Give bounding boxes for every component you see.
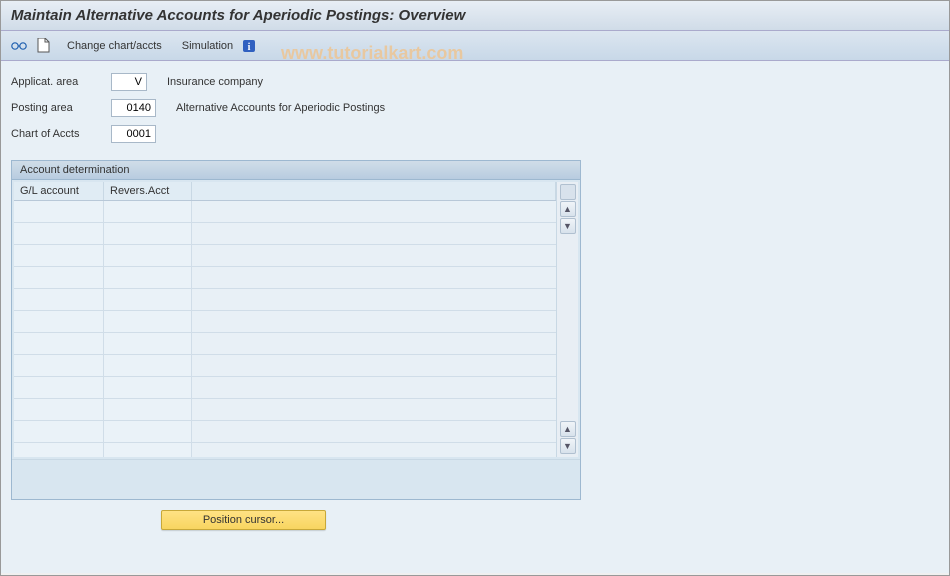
scroll-down-icon[interactable]: ▼ [560, 438, 576, 454]
form-row-posting-area: Posting area Alternative Accounts for Ap… [11, 97, 939, 119]
table-cell-revers-acct[interactable] [104, 421, 192, 442]
page-title: Maintain Alternative Accounts for Aperio… [1, 1, 949, 31]
chart-of-accts-input[interactable] [111, 125, 156, 143]
table-cell-gl-account[interactable] [14, 355, 104, 376]
table-cell-gl-account[interactable] [14, 201, 104, 222]
content-area: Applicat. area Insurance company Posting… [1, 61, 949, 573]
table-row[interactable] [14, 443, 556, 457]
table-row[interactable] [14, 399, 556, 421]
table-cell-revers-acct[interactable] [104, 333, 192, 354]
table-cell-revers-acct[interactable] [104, 443, 192, 457]
change-chart-button[interactable]: Change chart/accts [61, 37, 168, 55]
table-cell-gl-account[interactable] [14, 443, 104, 457]
applicat-area-input[interactable] [111, 73, 147, 91]
glasses-icon[interactable] [9, 36, 29, 56]
table-row[interactable] [14, 201, 556, 223]
table-row[interactable] [14, 355, 556, 377]
toolbar: Change chart/accts Simulation i [1, 31, 949, 61]
form-label: Applicat. area [11, 76, 111, 88]
table-cell-revers-acct[interactable] [104, 201, 192, 222]
table-cell-revers-acct[interactable] [104, 377, 192, 398]
table-cell-gl-account[interactable] [14, 311, 104, 332]
form-desc: Insurance company [157, 76, 263, 88]
table-cell-gl-account[interactable] [14, 333, 104, 354]
table-cell-revers-acct[interactable] [104, 399, 192, 420]
table-cell-gl-account[interactable] [14, 377, 104, 398]
table-row[interactable] [14, 311, 556, 333]
table-cell-revers-acct[interactable] [104, 355, 192, 376]
table-row[interactable] [14, 267, 556, 289]
table-cell-gl-account[interactable] [14, 421, 104, 442]
scroll-up-icon[interactable]: ▲ [560, 421, 576, 437]
table-cell-revers-acct[interactable] [104, 311, 192, 332]
simulation-button[interactable]: Simulation [176, 37, 239, 55]
table-row[interactable] [14, 333, 556, 355]
table-cell-revers-acct[interactable] [104, 223, 192, 244]
column-header-gl-account[interactable]: G/L account [14, 182, 104, 200]
form-row-chart-of-accts: Chart of Accts [11, 123, 939, 145]
table-cell-revers-acct[interactable] [104, 289, 192, 310]
table-cell-gl-account[interactable] [14, 399, 104, 420]
svg-text:i: i [248, 42, 251, 53]
column-header-revers-acct[interactable]: Revers.Acct [104, 182, 192, 200]
table-row[interactable] [14, 377, 556, 399]
form-row-applicat-area: Applicat. area Insurance company [11, 71, 939, 93]
vertical-scrollbar[interactable]: ▲ ▼ ▲ ▼ [556, 182, 578, 457]
column-header-blank [192, 182, 556, 200]
table-container: G/L account Revers.Acct ▲ ▼ ▲ ▼ [12, 180, 580, 459]
panel-header: Account determination [12, 161, 580, 180]
scroll-down-icon[interactable]: ▼ [560, 218, 576, 234]
form-label: Chart of Accts [11, 128, 111, 140]
form-desc: Alternative Accounts for Aperiodic Posti… [166, 102, 385, 114]
table-row[interactable] [14, 245, 556, 267]
account-determination-panel: Account determination G/L account Revers… [11, 160, 581, 500]
new-document-icon[interactable] [33, 36, 53, 56]
info-icon[interactable]: i [239, 36, 259, 56]
posting-area-input[interactable] [111, 99, 156, 117]
table-cell-gl-account[interactable] [14, 223, 104, 244]
scrollbar-thumb[interactable] [560, 184, 576, 200]
panel-footer [12, 459, 580, 499]
table-body [14, 201, 556, 457]
table-row[interactable] [14, 421, 556, 443]
scroll-up-icon[interactable]: ▲ [560, 201, 576, 217]
table-cell-revers-acct[interactable] [104, 245, 192, 266]
table-cell-gl-account[interactable] [14, 245, 104, 266]
table-row[interactable] [14, 289, 556, 311]
position-cursor-button[interactable]: Position cursor... [161, 510, 326, 530]
table-cell-revers-acct[interactable] [104, 267, 192, 288]
form-label: Posting area [11, 102, 111, 114]
table-header-row: G/L account Revers.Acct [14, 182, 556, 201]
table-cell-gl-account[interactable] [14, 267, 104, 288]
table-cell-gl-account[interactable] [14, 289, 104, 310]
table-row[interactable] [14, 223, 556, 245]
